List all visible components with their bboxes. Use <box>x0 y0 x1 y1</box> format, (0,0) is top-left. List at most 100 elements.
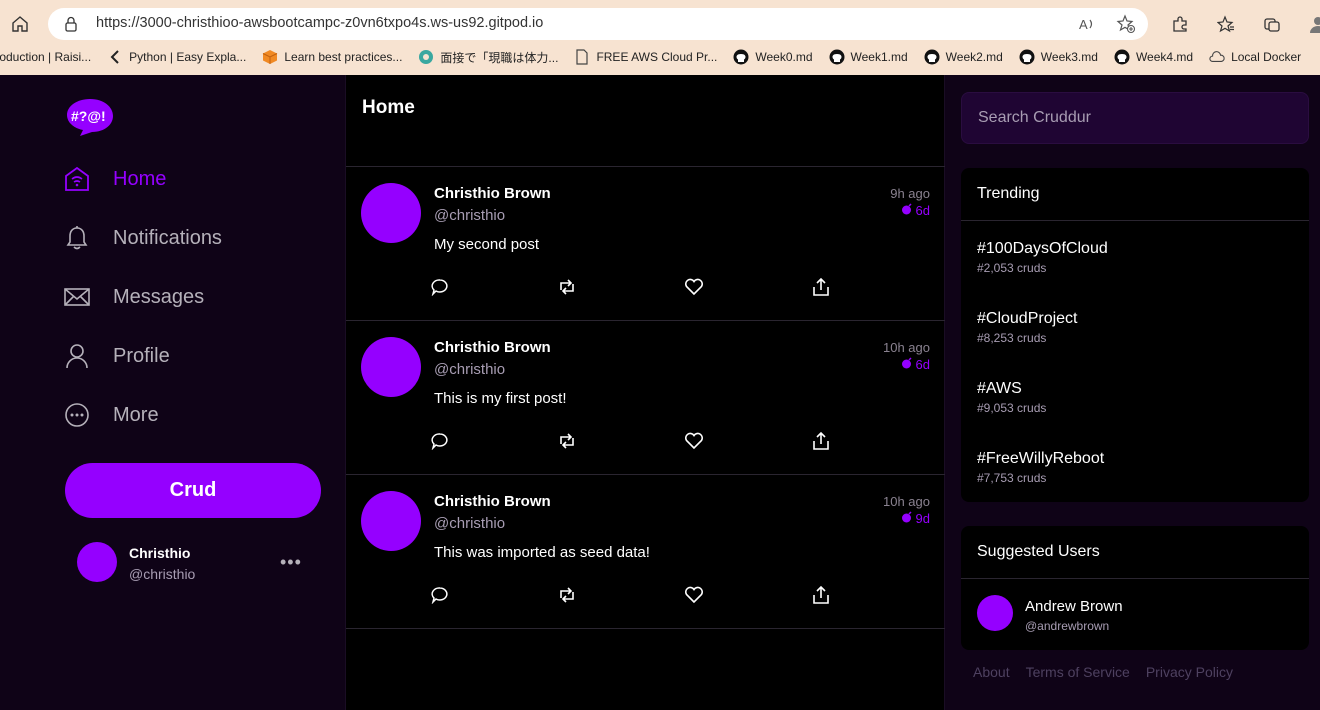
trending-item[interactable]: #FreeWillyReboot #7,753 cruds <box>961 431 1309 501</box>
user-menu-icon[interactable]: ••• <box>280 552 302 573</box>
read-aloud-icon[interactable]: A <box>1078 15 1096 38</box>
footer-links: About Terms of Service Privacy Policy <box>973 664 1233 680</box>
trending-item[interactable]: #CloudProject #8,253 cruds <box>961 291 1309 361</box>
footer-link[interactable]: About <box>973 664 1010 680</box>
trending-name[interactable]: #100DaysOfCloud <box>977 240 1309 258</box>
activity-message: My second post <box>434 236 540 253</box>
footer-link[interactable]: Terms of Service <box>1026 664 1130 680</box>
extensions-icon[interactable] <box>1168 12 1192 36</box>
suggested-user[interactable]: Andrew Brown @andrewbrown <box>961 579 1309 649</box>
trending-count: #8,253 cruds <box>977 331 1047 345</box>
github-icon <box>924 49 940 65</box>
activity-handle[interactable]: @christhio <box>434 207 505 224</box>
trending-name[interactable]: #FreeWillyReboot <box>977 450 1309 468</box>
bookmark-item[interactable]: Week3.md <box>1019 49 1098 65</box>
favorites-icon[interactable] <box>1214 12 1238 36</box>
svg-text:#?@!: #?@! <box>71 108 106 124</box>
trending-item[interactable]: #100DaysOfCloud #2,053 cruds <box>961 221 1309 291</box>
avatar[interactable] <box>977 595 1013 631</box>
share-icon[interactable] <box>811 585 831 605</box>
feed-header: Home <box>346 75 946 167</box>
bookmark-label: FREE AWS Cloud Pr... <box>596 50 718 64</box>
page-title: Home <box>362 97 415 118</box>
share-icon[interactable] <box>811 431 831 451</box>
suggested-user-name[interactable]: Andrew Brown <box>1025 598 1123 615</box>
activity-actions <box>430 431 830 453</box>
url-text[interactable]: https://3000-christhioo-awsbootcampc-z0v… <box>96 15 543 31</box>
address-bar[interactable]: https://3000-christhioo-awsbootcampc-z0v… <box>48 8 1148 40</box>
avatar[interactable] <box>361 183 421 243</box>
crud-button[interactable]: Crud <box>65 463 321 518</box>
trending-name[interactable]: #AWS <box>977 380 1309 398</box>
reply-icon[interactable] <box>430 431 450 451</box>
bomb-icon <box>901 511 913 526</box>
avatar[interactable] <box>361 337 421 397</box>
repost-icon[interactable] <box>557 585 577 605</box>
activity-item[interactable]: Christhio Brown @christhio 10h ago 6d This i… <box>346 321 946 475</box>
bookmark-label: Learn best practices... <box>284 50 403 64</box>
activity-display-name[interactable]: Christhio Brown <box>434 339 551 356</box>
bookmark-item[interactable]: Week1.md <box>829 49 908 65</box>
activity-display-name[interactable]: Christhio Brown <box>434 493 551 510</box>
activity-handle[interactable]: @christhio <box>434 361 505 378</box>
bookmark-item[interactable]: Python | Easy Expla... <box>107 49 246 65</box>
heart-icon[interactable] <box>684 431 704 451</box>
avatar[interactable] <box>361 491 421 551</box>
current-user[interactable]: Christhio @christhio ••• <box>77 542 317 586</box>
nav-notifications[interactable]: Notifications <box>64 220 222 256</box>
nav-home[interactable]: Home <box>64 161 166 197</box>
right-sidebar: Trending #100DaysOfCloud #2,053 cruds #Clo… <box>945 75 1320 710</box>
add-favorite-icon[interactable] <box>1116 14 1136 39</box>
trending-count: #7,753 cruds <box>977 471 1047 485</box>
home-feed: Home Christhio Brown @christhio 9h ago 6d My… <box>345 75 946 710</box>
activity-time-ago: 9h ago <box>890 186 930 201</box>
heart-icon[interactable] <box>684 277 704 297</box>
reply-icon[interactable] <box>430 277 450 297</box>
nav-more-label: More <box>113 403 159 426</box>
activity-handle[interactable]: @christhio <box>434 515 505 532</box>
trending-item[interactable]: #AWS #9,053 cruds <box>961 361 1309 431</box>
nav-messages[interactable]: Messages <box>64 279 204 315</box>
bookmark-item[interactable]: Week4.md <box>1114 49 1193 65</box>
activity-expires-label: 6d <box>915 357 930 372</box>
activity-item[interactable]: Christhio Brown @christhio 10h ago 9d This w… <box>346 475 946 629</box>
activity-item[interactable]: Christhio Brown @christhio 9h ago 6d My seco… <box>346 167 946 321</box>
repost-icon[interactable] <box>557 431 577 451</box>
bookmark-label: Week1.md <box>850 50 908 64</box>
cruddur-logo[interactable]: #?@! <box>66 97 114 137</box>
bookmark-item[interactable]: Learn best practices... <box>262 49 402 65</box>
bookmark-item[interactable]: 面接で「現職は体力... <box>418 49 558 66</box>
bookmark-item[interactable]: Week0.md <box>733 49 813 65</box>
bookmark-item[interactable]: FREE AWS Cloud Pr... <box>574 49 717 65</box>
search-input[interactable] <box>961 92 1309 144</box>
repost-icon[interactable] <box>557 277 577 297</box>
trending-list: #100DaysOfCloud #2,053 cruds #CloudProject… <box>961 221 1309 501</box>
reply-icon[interactable] <box>430 585 450 605</box>
browser-home-icon[interactable] <box>8 12 32 36</box>
globe-icon <box>418 49 434 65</box>
cruddur-app: #?@! Home Notifications Messages Profile… <box>0 75 1320 710</box>
box-icon <box>262 49 278 65</box>
suggested-user-handle: @andrewbrown <box>1025 619 1110 633</box>
bookmark-label: troduction | Raisi... <box>0 50 92 64</box>
lock-icon[interactable] <box>64 16 78 37</box>
share-icon[interactable] <box>811 277 831 297</box>
collections-icon[interactable] <box>1260 12 1284 36</box>
page-icon <box>574 49 590 65</box>
bookmark-label: Week3.md <box>1040 50 1098 64</box>
profile-avatar-icon[interactable] <box>1306 12 1320 36</box>
nav-more[interactable]: More <box>64 397 159 433</box>
trending-name[interactable]: #CloudProject <box>977 310 1309 328</box>
avatar[interactable] <box>77 542 117 582</box>
current-user-name: Christhio <box>129 545 191 561</box>
activity-display-name[interactable]: Christhio Brown <box>434 185 551 202</box>
activity-message: This was imported as seed data! <box>434 544 650 561</box>
nav-profile[interactable]: Profile <box>64 338 170 374</box>
footer-link[interactable]: Privacy Policy <box>1146 664 1233 680</box>
bookmark-item[interactable]: Local Docker <box>1209 49 1301 65</box>
heart-icon[interactable] <box>684 585 704 605</box>
bookmark-label: Python | Easy Expla... <box>129 50 247 64</box>
bookmark-item[interactable]: Week2.md <box>924 49 1003 65</box>
activity-actions <box>430 585 830 607</box>
bookmark-item[interactable]: troduction | Raisi... <box>0 50 91 64</box>
